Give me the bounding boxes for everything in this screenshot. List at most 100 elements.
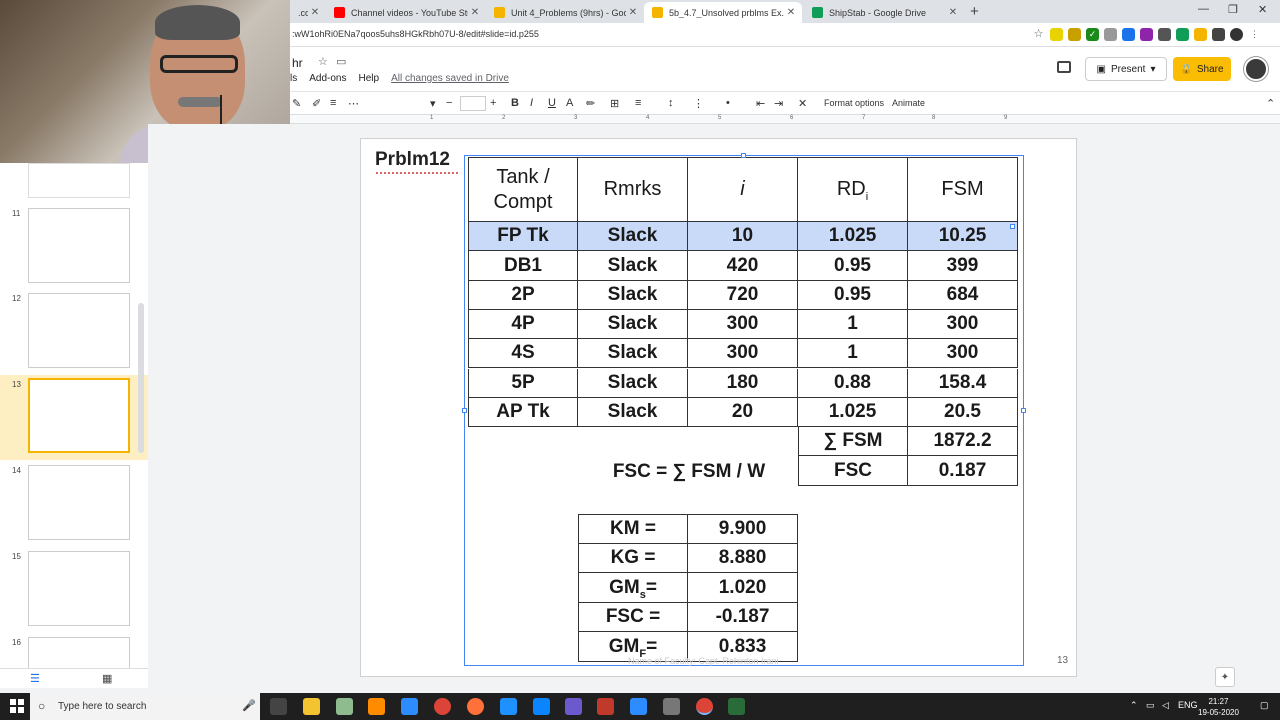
extension-icon[interactable] (1104, 28, 1117, 41)
edge-new-icon[interactable] (533, 698, 550, 715)
zoom-meeting-icon[interactable] (630, 698, 647, 715)
border-color-icon[interactable]: ✐ (312, 97, 321, 110)
underline-icon[interactable]: U (548, 97, 556, 109)
align-icon[interactable]: ≡ (635, 97, 641, 109)
microphone-icon[interactable]: 🎤 (242, 699, 256, 712)
save-status[interactable]: All changes saved in Drive (391, 73, 509, 84)
url-field[interactable]: :wW1ohRi0ENa7qoos5uhs8HGkRbh07U-8/edit#s… (292, 29, 539, 39)
app-icon[interactable] (565, 698, 582, 715)
star-icon[interactable]: ☆ (1032, 28, 1045, 41)
decrease-indent-icon[interactable]: ⇤ (756, 97, 765, 110)
menu-help[interactable]: Help (358, 73, 379, 84)
extension-icon[interactable] (1068, 28, 1081, 41)
line-spacing-icon[interactable]: ↕ (668, 97, 674, 109)
check-icon[interactable]: ✓ (1086, 28, 1099, 41)
paint-format-icon[interactable]: ✎ (292, 97, 301, 110)
resize-handle[interactable] (1021, 408, 1026, 413)
slide-title[interactable]: Prblm12 (375, 149, 450, 171)
document-title[interactable]: hr (292, 56, 303, 70)
slide-thumbnail[interactable] (28, 208, 130, 283)
chrome-icon[interactable] (434, 698, 451, 715)
avatar[interactable] (1244, 57, 1268, 81)
volume-icon[interactable]: ◁ (1162, 700, 1169, 711)
calculator-icon[interactable] (1212, 28, 1225, 41)
windows-start-icon[interactable] (10, 699, 24, 713)
close-window-icon[interactable]: ✕ (1258, 3, 1267, 16)
extension-icon[interactable] (1176, 28, 1189, 41)
slide-thumbnail-selected[interactable] (28, 378, 130, 453)
slide-thumbnail[interactable] (28, 551, 130, 626)
file-explorer-icon[interactable] (303, 698, 320, 715)
maximize-icon[interactable]: ❐ (1228, 3, 1238, 16)
comment-icon[interactable] (1057, 61, 1071, 73)
menu-icon[interactable]: ⋮ (1248, 28, 1261, 41)
share-button[interactable]: 🔒 Share (1173, 57, 1231, 81)
task-view-icon[interactable] (270, 698, 287, 715)
text-color-icon[interactable]: A (566, 97, 573, 109)
app-icon[interactable] (336, 698, 353, 715)
extension-icon[interactable] (1050, 28, 1063, 41)
highlight-icon[interactable]: ✏ (586, 97, 595, 110)
app-icon[interactable] (597, 698, 614, 715)
firefox-icon[interactable] (467, 698, 484, 715)
close-icon[interactable]: ✕ (946, 7, 960, 18)
tab-unit4[interactable]: Unit 4_Problems (9hrs) - Google ✕ (486, 2, 644, 23)
menu-addons[interactable]: Add-ons (309, 73, 346, 84)
extension-icon[interactable] (1194, 28, 1207, 41)
chrome-active-icon[interactable] (696, 698, 713, 715)
insert-icon[interactable]: ⊞ (610, 97, 619, 110)
zoom-icon[interactable] (401, 698, 418, 715)
increase-font-icon[interactable]: + (490, 97, 496, 109)
resize-handle[interactable] (462, 408, 467, 413)
scrollbar[interactable] (138, 303, 144, 453)
extension-icon[interactable] (1122, 28, 1135, 41)
border-dash-icon[interactable]: ⋯ (348, 97, 359, 110)
italic-icon[interactable]: I (530, 97, 533, 109)
close-icon[interactable]: ✕ (468, 7, 482, 18)
slide-thumbnail[interactable] (28, 293, 130, 368)
bold-icon[interactable]: B (511, 97, 519, 109)
tab-0[interactable]: .co ✕ (290, 2, 326, 23)
grid-view-icon[interactable]: ▦ (102, 672, 112, 685)
network-icon[interactable]: ▭ (1146, 700, 1155, 711)
menu-tools[interactable]: ls (290, 73, 297, 84)
chevron-down-icon[interactable]: ▾ (1150, 64, 1155, 75)
extension-icon[interactable] (1158, 28, 1171, 41)
animate-button[interactable]: Animate (892, 98, 925, 108)
resize-handle[interactable] (1010, 224, 1015, 229)
decrease-font-icon[interactable]: − (446, 97, 452, 109)
numbered-list-icon[interactable]: ⋮ (693, 97, 704, 110)
clear-format-icon[interactable]: ✕ (798, 97, 807, 110)
close-icon[interactable]: ✕ (308, 7, 322, 18)
explore-icon[interactable]: ✦ (1215, 667, 1235, 687)
collapse-icon[interactable]: ⌃ (1266, 97, 1275, 110)
edge-icon[interactable] (500, 698, 517, 715)
language-indicator[interactable]: ENG (1178, 700, 1198, 710)
star-icon[interactable]: ☆ (318, 55, 328, 68)
taskbar-search[interactable]: ○ Type here to search 🎤 (30, 693, 260, 720)
close-icon[interactable]: ✕ (626, 7, 640, 18)
tab-youtube[interactable]: Channel videos - YouTube Studio ✕ (326, 2, 486, 23)
resize-handle[interactable] (741, 153, 746, 158)
extension-icon[interactable] (1140, 28, 1153, 41)
vlc-icon[interactable] (368, 698, 385, 715)
app-icon[interactable] (728, 698, 745, 715)
slide-thumbnail[interactable] (28, 163, 130, 198)
increase-indent-icon[interactable]: ⇥ (774, 97, 783, 110)
notification-icon[interactable]: ▢ (1260, 700, 1269, 711)
bulleted-list-icon[interactable]: • (726, 97, 730, 109)
tray-chevron-icon[interactable]: ⌃ (1130, 700, 1138, 711)
format-options-button[interactable]: Format options (824, 98, 884, 108)
profile-icon[interactable] (1230, 28, 1243, 41)
tab-shipstab[interactable]: ShipStab - Google Drive ✕ (804, 2, 964, 23)
minimize-icon[interactable]: — (1198, 3, 1209, 15)
close-icon[interactable]: ✕ (784, 7, 798, 18)
filmstrip-view-icon[interactable]: ☰ (30, 672, 40, 685)
present-button[interactable]: ▣ Present ▾ (1085, 57, 1167, 81)
clock[interactable]: 21:27 19-05-2020 (1198, 696, 1239, 718)
border-weight-icon[interactable]: ≡ (330, 97, 336, 109)
font-size-input[interactable] (460, 96, 486, 111)
tab-slides-active[interactable]: 5b_4.7_Unsolved prblms Ex.10 ✕ (644, 2, 802, 23)
folder-icon[interactable]: ▭ (336, 55, 346, 68)
font-dropdown-icon[interactable]: ▾ (430, 97, 436, 110)
